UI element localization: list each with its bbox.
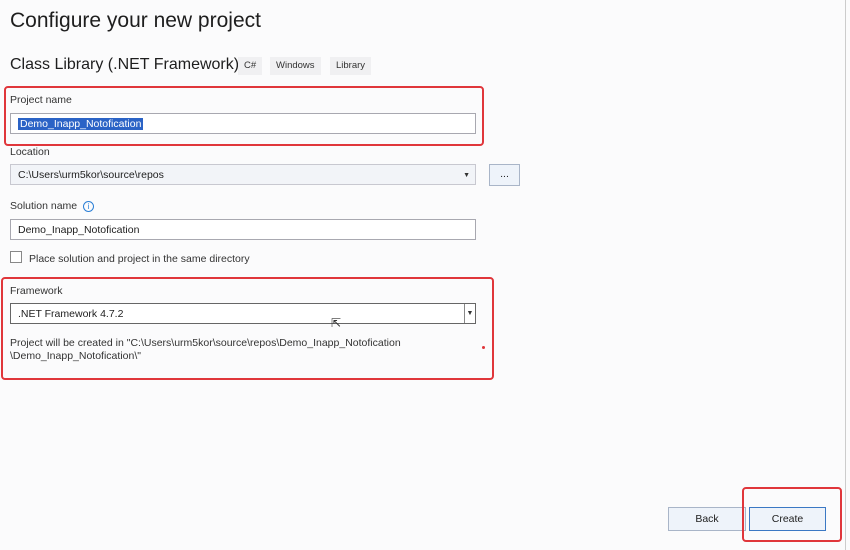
tag-type: Library <box>330 57 372 75</box>
back-button[interactable]: Back <box>668 507 746 531</box>
framework-dropdown[interactable]: .NET Framework 4.7.2 ▼ <box>10 303 476 324</box>
project-path-info: Project will be created in "C:\Users\urm… <box>10 337 401 362</box>
mouse-cursor-icon: ⇱ <box>331 316 342 330</box>
browse-button[interactable]: ... <box>489 164 520 186</box>
same-directory-checkbox[interactable] <box>10 251 22 263</box>
framework-label: Framework <box>10 285 63 297</box>
solution-name-input[interactable]: Demo_Inapp_Notofication <box>10 219 476 240</box>
project-name-input[interactable]: Demo_Inapp_Notofication <box>10 113 476 134</box>
same-directory-label: Place solution and project in the same d… <box>29 253 250 265</box>
location-value: C:\Users\urm5kor\source\repos <box>18 169 164 181</box>
framework-value: .NET Framework 4.7.2 <box>18 308 124 320</box>
solution-name-label: Solution name i <box>10 200 95 212</box>
required-dot <box>482 346 485 349</box>
project-name-label: Project name <box>10 94 72 106</box>
tag-language: C# <box>238 57 263 75</box>
chevron-down-icon[interactable]: ▼ <box>464 304 475 323</box>
info-icon[interactable]: i <box>83 201 95 212</box>
location-combobox[interactable]: C:\Users\urm5kor\source\repos ▼ <box>10 164 476 185</box>
highlight-framework <box>1 277 494 380</box>
page-title: Configure your new project <box>10 9 261 32</box>
chevron-down-icon[interactable]: ▼ <box>463 169 470 183</box>
tag-platform: Windows <box>270 57 321 75</box>
project-name-value: Demo_Inapp_Notofication <box>18 118 144 130</box>
create-button[interactable]: Create <box>749 507 826 531</box>
location-label: Location <box>10 146 50 158</box>
divider <box>845 0 846 550</box>
template-name: Class Library (.NET Framework) <box>10 56 240 73</box>
